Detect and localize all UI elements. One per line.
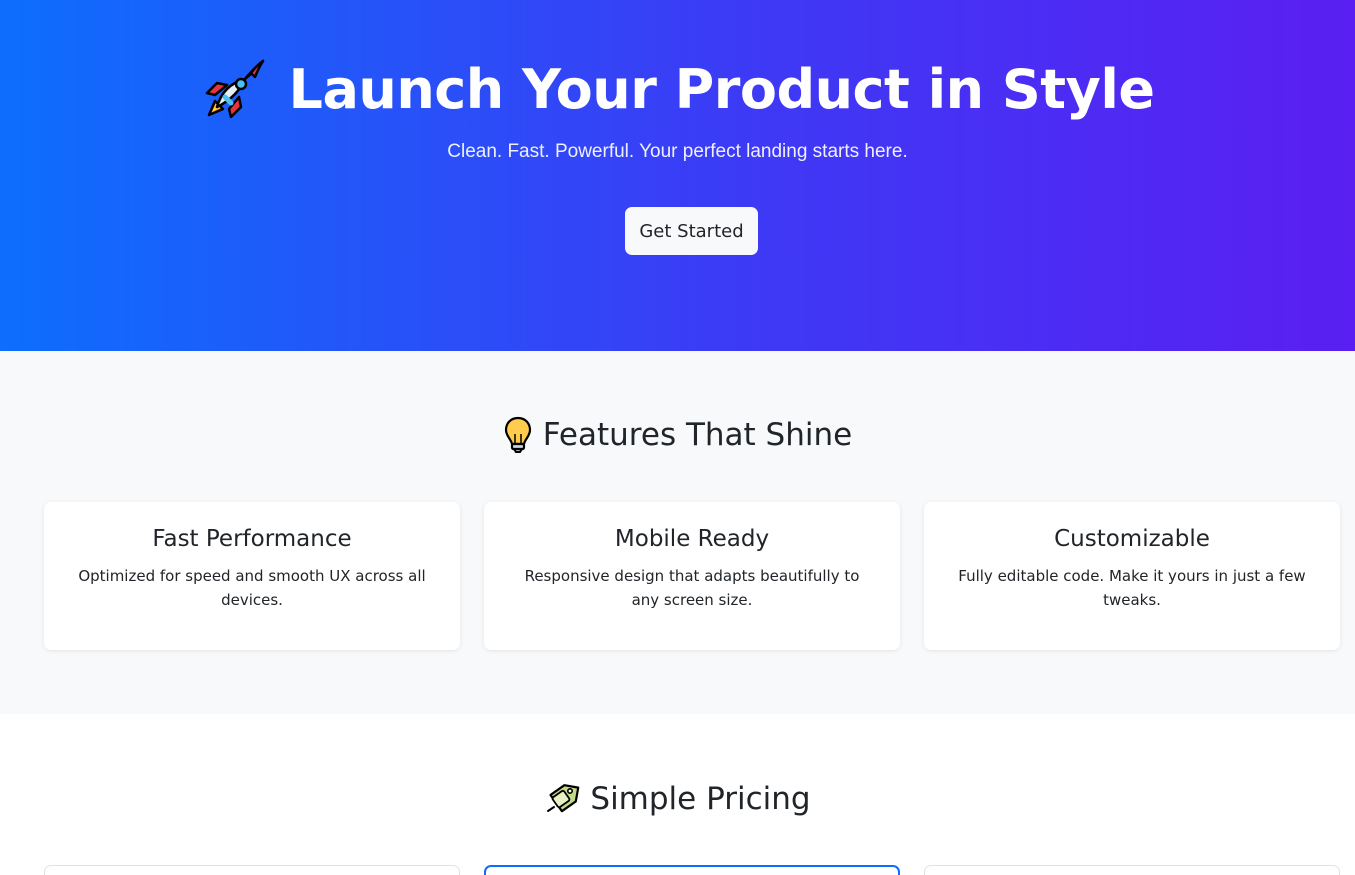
feature-card-title: Mobile Ready [614,526,770,552]
feature-card-customizable: Customizable Fully editable code. Make i… [924,502,1340,650]
hero-section: Launch Your Product in Style Clean. Fast… [0,0,1355,351]
feature-card-text: Responsive design that adapts beautifull… [524,567,860,609]
pricing-title: Simple Pricing [590,781,811,817]
feature-card-fast-performance: Fast Performance Optimized for speed and… [44,502,460,650]
pricing-card [44,865,460,875]
price-tag-icon [547,784,580,813]
features-heading-row: Features That Shine [0,415,1355,455]
get-started-button[interactable]: Get Started [625,207,758,255]
feature-card-text: Optimized for speed and smooth UX across… [78,567,426,609]
hero-title: Launch Your Product in Style [288,58,1155,121]
lightbulb-icon [504,416,531,453]
feature-card-title: Fast Performance [152,526,352,552]
hero-subtitle: Clean. Fast. Powerful. Your perfect land… [447,141,908,162]
feature-card-text: Fully editable code. Make it yours in ju… [958,567,1306,609]
pricing-heading-row: Simple Pricing [0,779,1355,819]
rocket-icon [205,59,264,119]
pricing-card [924,865,1340,875]
features-section: Features That Shine Fast Performance Opt… [0,351,1355,714]
features-title: Features That Shine [542,417,853,453]
feature-card-mobile-ready: Mobile Ready Responsive design that adap… [484,502,900,650]
feature-card-title: Customizable [1054,526,1210,552]
hero-title-row: Launch Your Product in Style [0,55,1355,125]
pricing-card-featured [484,865,900,875]
pricing-section: Simple Pricing [0,714,1355,875]
